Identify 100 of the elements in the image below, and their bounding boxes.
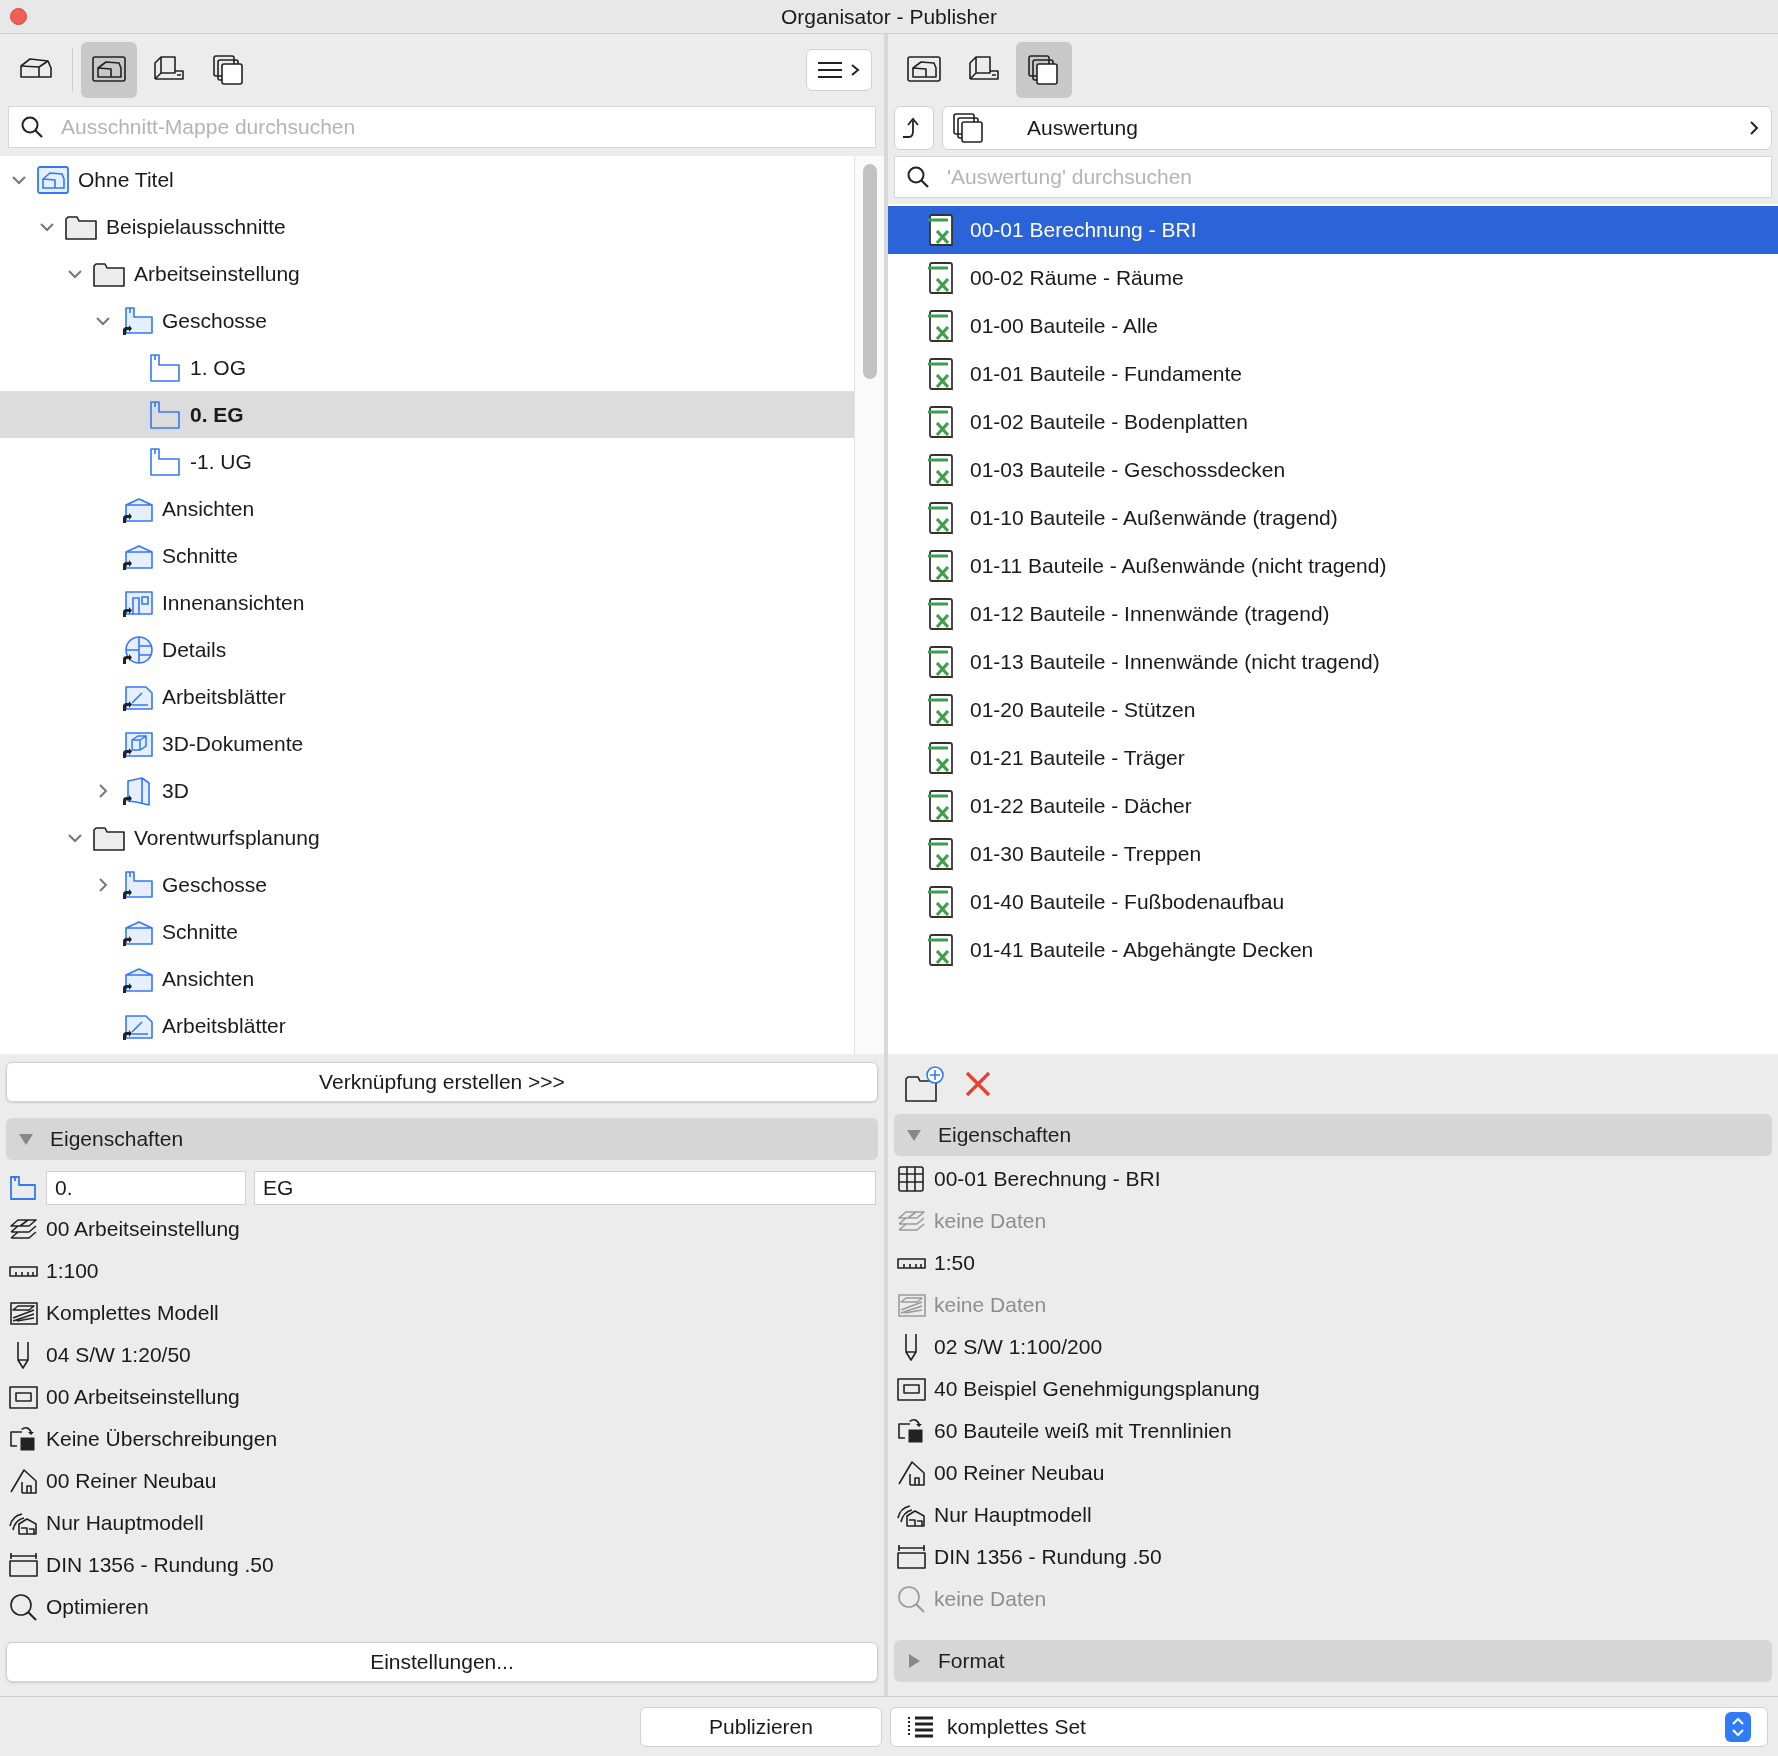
override-icon [896, 1416, 926, 1446]
scrollbar-thumb[interactable] [862, 164, 877, 379]
list-item[interactable]: 01-40 Bauteile - Fußbodenaufbau [888, 878, 1778, 926]
property-value: 00 Arbeitseinstellung [46, 1384, 240, 1411]
detail-icon [120, 633, 154, 666]
tree-item[interactable]: Vorentwurfsplanung [0, 814, 854, 861]
tree-item[interactable]: 1. OG [0, 344, 854, 391]
spreadsheet-icon [928, 308, 954, 344]
search-field[interactable]: 'Auswertung' durchsuchen [894, 156, 1772, 198]
settings-button[interactable]: Einstellungen... [6, 1642, 878, 1682]
tree-item[interactable]: Geschosse [0, 861, 854, 908]
spreadsheet-icon [928, 740, 954, 776]
list-item[interactable]: 01-22 Bauteile - Dächer [888, 782, 1778, 830]
property-value: 00-01 Berechnung - BRI [934, 1166, 1161, 1193]
tree-item[interactable]: Ansichten [0, 485, 854, 532]
story-number-field[interactable]: 0. [46, 1171, 246, 1205]
list-item[interactable]: 01-00 Bauteile - Alle [888, 302, 1778, 350]
house-icon [36, 163, 70, 196]
tree-item[interactable]: 3D-Dokumente [0, 720, 854, 767]
search-icon [8, 1592, 38, 1622]
folder-path-dropdown[interactable]: Auswertung [942, 106, 1772, 150]
property-value: Komplettes Modell [46, 1300, 219, 1327]
list-item[interactable]: 01-11 Bauteile - Außenwände (nicht tragend) [888, 542, 1778, 590]
spreadsheet-icon [928, 260, 954, 296]
close-window-button[interactable] [10, 8, 27, 25]
up-level-button[interactable] [894, 106, 934, 150]
tree-item[interactable]: Schnitte [0, 532, 854, 579]
list-item[interactable]: 01-13 Bauteile - Innenwände (nicht tragend) [888, 638, 1778, 686]
property-value: keine Daten [934, 1208, 1047, 1235]
tree-item[interactable]: Geschosse [0, 297, 854, 344]
tree-item[interactable]: Ansichten [0, 955, 854, 1002]
spreadsheet-icon [928, 644, 954, 680]
chevron-right-icon [1749, 120, 1759, 136]
property-value: 00 Arbeitseinstellung [46, 1216, 240, 1243]
list-item[interactable]: 00-01 Berechnung - BRI [888, 206, 1778, 254]
create-link-button[interactable]: Verknüpfung erstellen >>> [6, 1062, 878, 1102]
property-value: 02 S/W 1:100/200 [934, 1334, 1103, 1361]
list-item[interactable]: 01-02 Bauteile - Bodenplatten [888, 398, 1778, 446]
list-item[interactable]: 00-02 Räume - Räume [888, 254, 1778, 302]
toolbar-button[interactable] [1016, 42, 1072, 98]
spreadsheet-icon [928, 836, 954, 872]
list-item[interactable]: 01-12 Bauteile - Innenwände (tragend) [888, 590, 1778, 638]
tree-item[interactable]: Arbeitsblätter [0, 673, 854, 720]
tree-item[interactable]: -1. UG [0, 438, 854, 485]
tree-item[interactable]: Details [0, 626, 854, 673]
list-item[interactable]: 01-01 Bauteile - Fundamente [888, 350, 1778, 398]
tree-item[interactable]: Schnitte [0, 908, 854, 955]
floor-plan-icon [120, 304, 154, 337]
search-field[interactable]: Ausschnitt-Mappe durchsuchen [8, 106, 876, 148]
house-outline-icon [896, 1458, 926, 1488]
tree-item[interactable]: Arbeitseinstellung [0, 250, 854, 297]
property-value: Optimieren [46, 1594, 149, 1621]
property-value: Keine Überschreibungen [46, 1426, 278, 1453]
property-value: keine Daten [934, 1586, 1047, 1613]
search-icon [896, 1584, 926, 1614]
triangle-down-icon [906, 1127, 922, 1143]
search-icon [906, 165, 930, 189]
section-header[interactable]: Eigenschaften [6, 1118, 878, 1160]
tree-item[interactable]: Ohne Titel [0, 156, 854, 203]
list-icon [907, 1714, 935, 1739]
property-value: Nur Hauptmodell [46, 1510, 204, 1537]
tree-item[interactable]: 3D [0, 767, 854, 814]
tree-item[interactable]: Arbeitsblätter [0, 1002, 854, 1049]
story-name-field[interactable]: EG [254, 1171, 876, 1205]
window-title: Organisator - Publisher [781, 3, 997, 30]
property-value: keine Daten [934, 1292, 1047, 1319]
list-item[interactable]: 01-10 Bauteile - Außenwände (tragend) [888, 494, 1778, 542]
list-item[interactable]: 01-03 Bauteile - Geschossdecken [888, 446, 1778, 494]
publish-button[interactable]: Publizieren [640, 1706, 882, 1747]
tree-item[interactable]: Beispielausschnitte [0, 203, 854, 250]
delete-icon[interactable] [964, 1070, 992, 1098]
new-folder-icon[interactable] [904, 1065, 944, 1103]
toolbar-button[interactable] [81, 42, 137, 98]
property-value: DIN 1356 - Rundung .50 [934, 1544, 1162, 1571]
spreadsheet-icon [928, 500, 954, 536]
property-value: 1:50 [934, 1250, 975, 1277]
tree-item[interactable]: Innenansichten [0, 579, 854, 626]
spreadsheet-icon [928, 212, 954, 248]
section-header[interactable]: Format [894, 1640, 1772, 1682]
list-item[interactable]: 01-20 Bauteile - Stützen [888, 686, 1778, 734]
spreadsheet-icon [928, 404, 954, 440]
list-item[interactable]: 01-41 Bauteile - Abgehängte Decken [888, 926, 1778, 974]
spreadsheet-icon [928, 692, 954, 728]
property-value: 40 Beispiel Genehmigungsplanung [934, 1376, 1260, 1403]
dimension-icon [8, 1550, 38, 1580]
property-value: 04 S/W 1:20/50 [46, 1342, 191, 1369]
spreadsheet-icon [928, 788, 954, 824]
chevron-right-icon [850, 63, 860, 77]
floor-plan-icon [148, 445, 182, 478]
dimension-icon [896, 1542, 926, 1572]
list-item[interactable]: 01-30 Bauteile - Treppen [888, 830, 1778, 878]
tree-item[interactable]: 0. EG [0, 391, 854, 438]
spreadsheet-icon [928, 452, 954, 488]
list-item[interactable]: 01-21 Bauteile - Träger [888, 734, 1778, 782]
spreadsheet-icon [928, 884, 954, 920]
set-dropdown[interactable]: komplettes Set [890, 1706, 1768, 1747]
menu-button[interactable] [806, 49, 872, 91]
section-header[interactable]: Eigenschaften [894, 1114, 1772, 1156]
property-value: 1:100 [46, 1258, 99, 1285]
house-outline-icon [8, 1466, 38, 1496]
